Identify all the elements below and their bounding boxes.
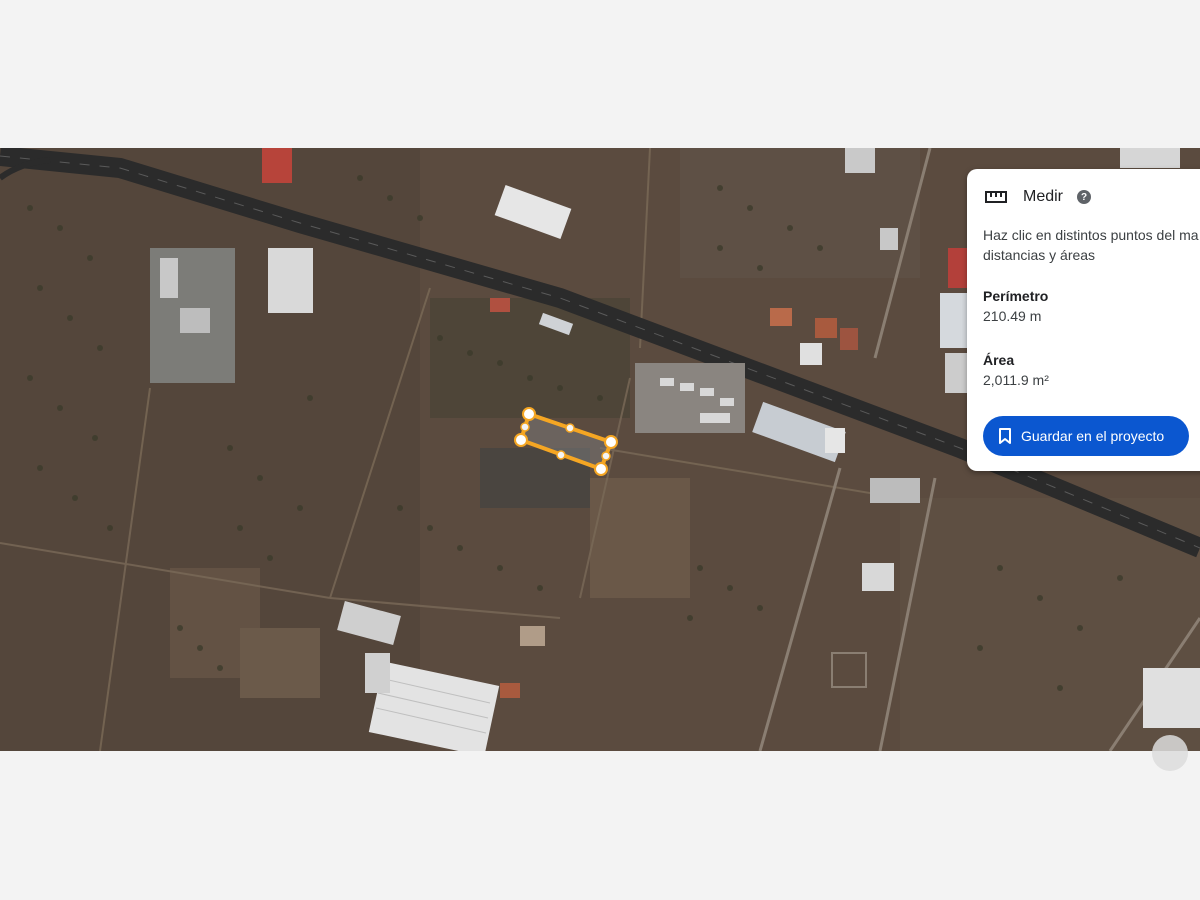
save-button-label: Guardar en el proyecto [1021,428,1165,444]
instructions-text: Haz clic en distintos puntos del ma dist… [983,225,1200,265]
bookmark-icon [999,428,1011,444]
area-value: 2,011.9 m² [983,372,1049,388]
perimeter-label: Perímetro [983,288,1049,304]
perimeter-value: 210.49 m [983,308,1042,324]
measure-header: Medir ? [985,187,1092,207]
instructions-line-1: Haz clic en distintos puntos del ma [983,227,1199,243]
map-corner-button[interactable] [1152,735,1188,771]
help-icon[interactable]: ? [1077,190,1092,204]
panel-title: Medir [1023,188,1064,205]
save-to-project-button[interactable]: Guardar en el proyecto [983,416,1189,456]
area-label: Área [983,352,1015,368]
measure-panel: Medir ? Haz clic en distintos puntos del… [967,169,1200,471]
ruler-icon [985,191,1007,203]
instructions-line-2: distancias y áreas [983,247,1096,263]
